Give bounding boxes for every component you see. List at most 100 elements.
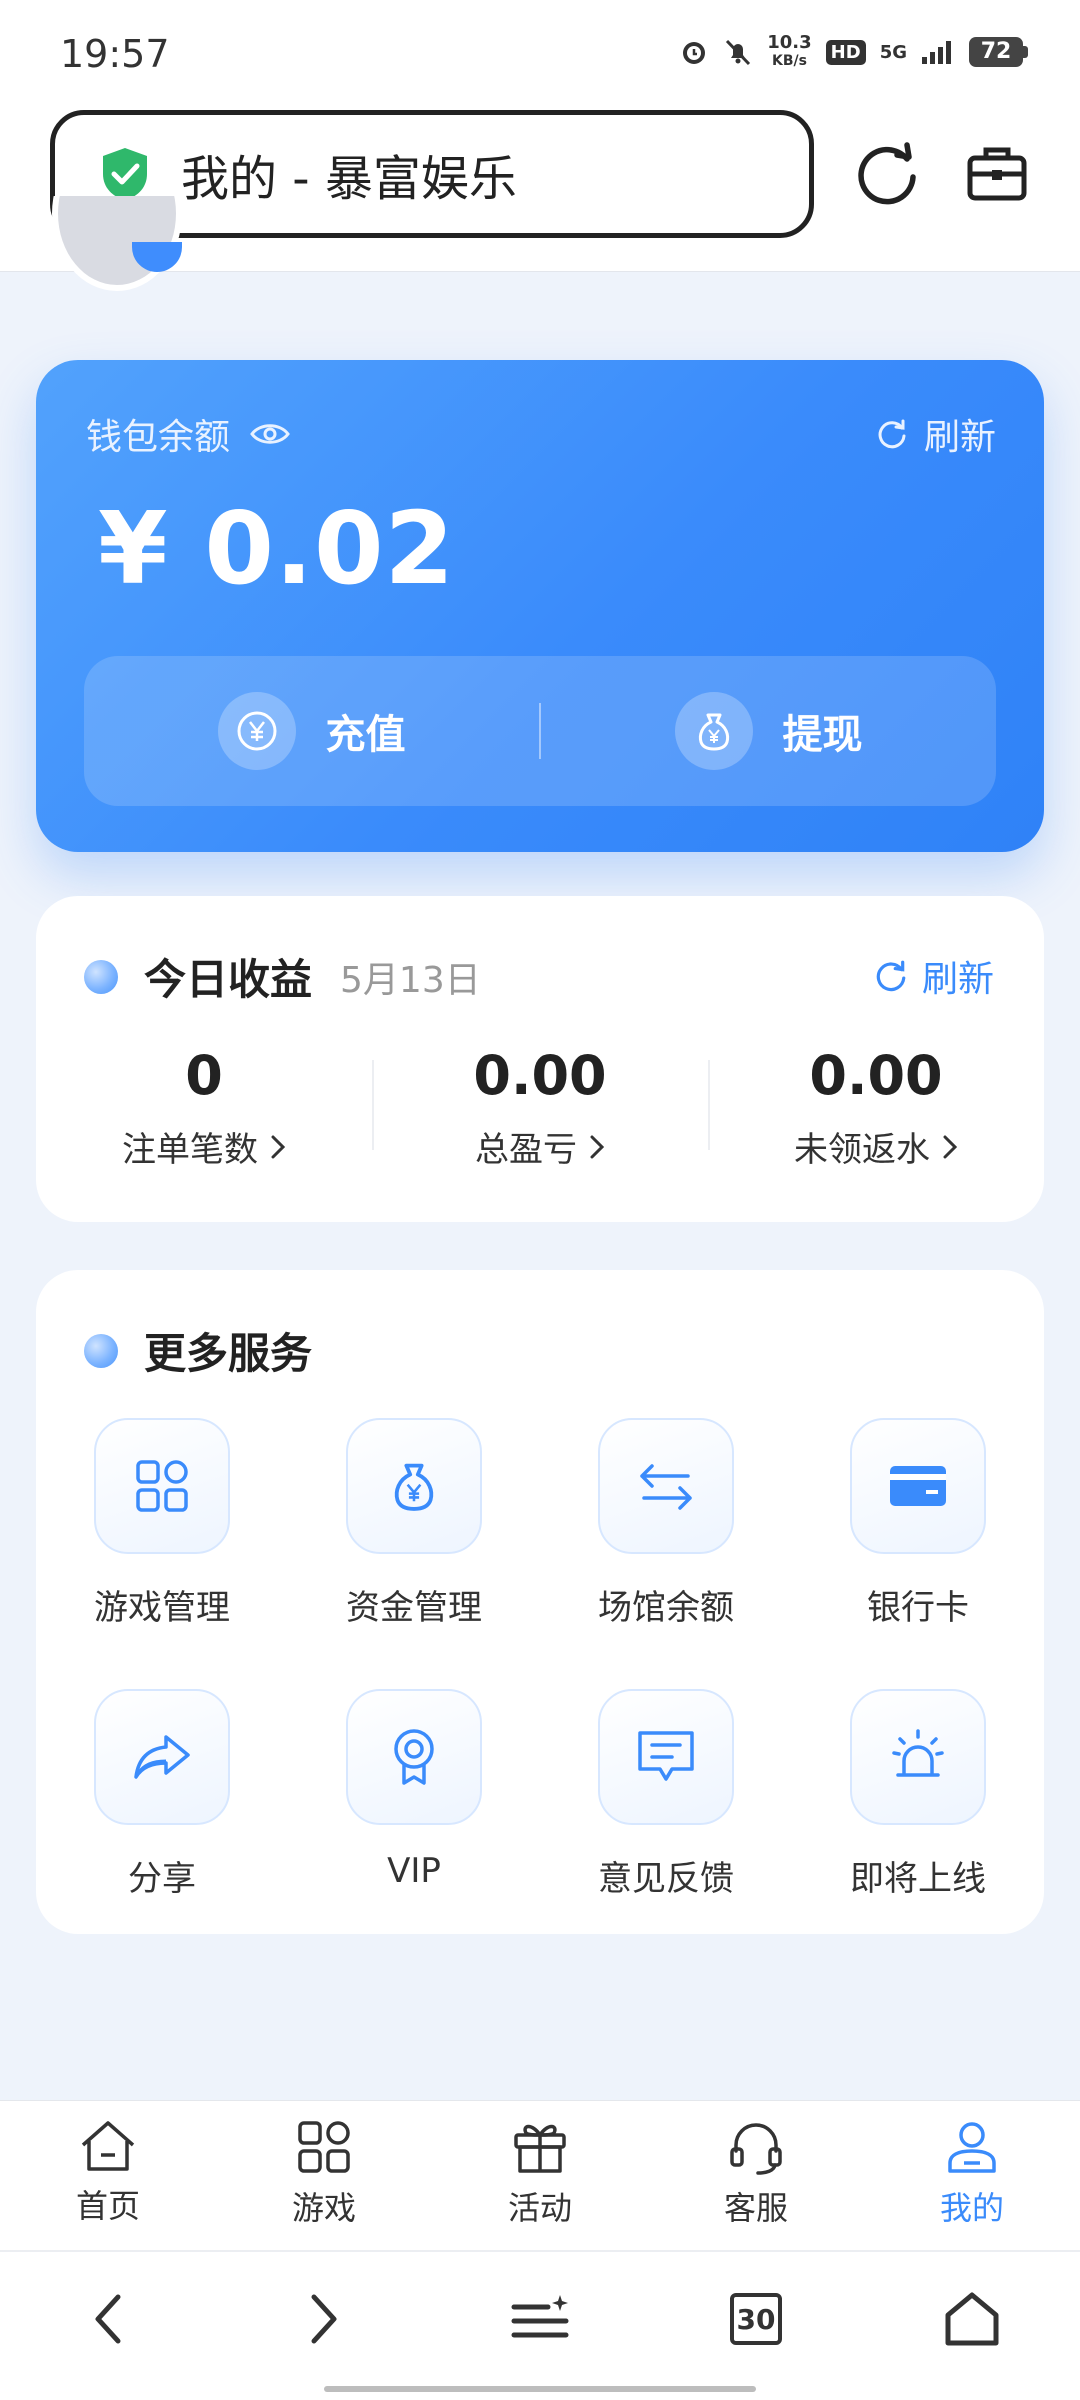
medal-icon: [346, 1689, 482, 1825]
toolbox-button[interactable]: [958, 134, 1036, 212]
signal-icon: [922, 41, 951, 64]
chevron-right-icon: [590, 1135, 605, 1158]
service-feedback[interactable]: 意见反馈: [540, 1689, 792, 1900]
service-label: 银行卡: [867, 1588, 969, 1628]
tab-activities[interactable]: 活动: [432, 2101, 648, 2250]
services-title: 更多服务: [144, 1329, 313, 1378]
tab-count: 30: [730, 2293, 782, 2345]
withdraw-label: 提现: [782, 712, 863, 758]
service-label: 资金管理: [346, 1588, 482, 1628]
browser-nav-bar: 30: [0, 2250, 1080, 2400]
bottom-tab-bar: 首页 游戏 活动 客服 我的: [0, 2100, 1080, 2250]
share-icon: [94, 1689, 230, 1825]
service-label: 分享: [128, 1859, 196, 1899]
user-icon: [948, 2122, 996, 2173]
service-venue-balance[interactable]: 场馆余额: [540, 1418, 792, 1629]
stat-label: 总盈亏: [475, 1130, 577, 1170]
service-fund-management[interactable]: 资金管理: [288, 1418, 540, 1629]
money-bag-icon: [674, 692, 753, 770]
stat-value: 0.00: [809, 1044, 943, 1107]
wallet-refresh-label: 刷新: [923, 417, 996, 458]
refresh-icon: [876, 960, 906, 992]
chevron-right-icon: [311, 2294, 337, 2344]
tab-games[interactable]: 游戏: [216, 2101, 432, 2250]
chevron-right-icon: [271, 1135, 286, 1158]
money-bag-icon: [346, 1418, 482, 1554]
earnings-refresh-label: 刷新: [921, 959, 994, 1000]
stat-total-profit[interactable]: 0.00 总盈亏: [372, 1046, 708, 1186]
wallet-refresh-button[interactable]: 刷新: [876, 408, 996, 460]
stat-label: 注单笔数: [122, 1130, 258, 1170]
grid-icon: [94, 1418, 230, 1554]
tab-customer-service[interactable]: 客服: [648, 2101, 864, 2250]
bullet-dot: [84, 959, 118, 994]
home-icon: [81, 2121, 135, 2171]
tab-home[interactable]: 首页: [0, 2101, 216, 2250]
home-indicator[interactable]: [324, 2386, 756, 2392]
wallet-card: 钱包余额 刷新 ¥ 0.02 充值 提现: [36, 360, 1044, 852]
tab-label: 我的: [939, 2189, 1004, 2227]
earnings-header: 今日收益 5月13日: [84, 946, 481, 1007]
toolbox-icon: [967, 147, 1027, 201]
battery-icon: 72: [969, 37, 1028, 67]
reload-button[interactable]: [850, 134, 928, 212]
yuan-coin-icon: [217, 692, 296, 770]
wallet-balance: ¥ 0.02: [98, 490, 456, 607]
status-icons: 10.3 KB/s HD 5G 72: [679, 34, 1028, 70]
reload-icon: [858, 142, 916, 205]
mute-icon: [726, 39, 751, 66]
tab-label: 客服: [723, 2189, 788, 2227]
tab-label: 游戏: [291, 2189, 356, 2227]
tabs-button[interactable]: 30: [648, 2252, 864, 2400]
wallet-label-row: 钱包余额: [86, 408, 290, 460]
status-time: 19:57: [60, 32, 170, 76]
recharge-label: 充值: [325, 712, 406, 758]
stat-bet-count[interactable]: 0 注单笔数: [36, 1046, 372, 1186]
service-coming-soon[interactable]: 即将上线: [792, 1689, 1044, 1900]
services-header: 更多服务: [84, 1320, 312, 1381]
page-title: 我的 - 暴富娱乐: [181, 151, 517, 207]
headset-icon: [730, 2123, 782, 2175]
feedback-icon: [598, 1689, 734, 1825]
earnings-date: 5月13日: [340, 959, 481, 1001]
transfer-icon: [598, 1418, 734, 1554]
net-speed: 10.3 KB/s: [767, 32, 812, 70]
forward-button[interactable]: [216, 2252, 432, 2400]
stat-unclaimed-rebate[interactable]: 0.00 未领返水: [708, 1046, 1044, 1186]
recharge-button[interactable]: 充值: [84, 692, 539, 770]
withdraw-button[interactable]: 提现: [541, 692, 996, 770]
menu-button[interactable]: [432, 2252, 648, 2400]
back-button[interactable]: [0, 2252, 216, 2400]
tab-mine[interactable]: 我的: [864, 2101, 1080, 2250]
service-label: 即将上线: [850, 1859, 986, 1899]
earnings-title: 今日收益: [144, 955, 313, 1004]
avatar[interactable]: [48, 196, 188, 296]
eye-icon[interactable]: [250, 421, 290, 447]
stat-value: 0: [185, 1044, 223, 1107]
games-icon: [298, 2121, 350, 2173]
wallet-label: 钱包余额: [86, 417, 231, 458]
bullet-dot: [84, 1333, 118, 1368]
service-bank-card[interactable]: 银行卡: [792, 1418, 1044, 1629]
earnings-refresh-button[interactable]: 刷新: [874, 950, 994, 1002]
network-type: 5G: [879, 41, 907, 63]
service-label: VIP: [387, 1851, 441, 1891]
chevron-left-icon: [95, 2294, 121, 2344]
earnings-stats: 0 注单笔数 0.00 总盈亏 0.00 未领返水: [36, 1046, 1044, 1186]
status-bar: 19:57 10.3 KB/s HD 5G 72: [0, 0, 1080, 100]
refresh-icon: [878, 419, 906, 449]
service-share[interactable]: 分享: [36, 1689, 288, 1900]
stat-value: 0.00: [473, 1044, 607, 1107]
tab-label: 活动: [507, 2189, 572, 2227]
tab-label: 首页: [75, 2187, 140, 2225]
hd-badge: HD: [825, 39, 866, 65]
service-game-management[interactable]: 游戏管理: [36, 1418, 288, 1629]
alarm-icon: [683, 42, 706, 64]
service-vip[interactable]: VIP: [288, 1689, 540, 1900]
gift-icon: [514, 2124, 566, 2173]
service-label: 场馆余额: [598, 1588, 734, 1628]
service-label: 游戏管理: [94, 1588, 230, 1628]
home-button[interactable]: [864, 2252, 1080, 2400]
home-outline-icon: [945, 2292, 999, 2346]
earnings-card: 今日收益 5月13日 刷新 0 注单笔数 0.00 总盈亏 0.00 未领返水: [36, 896, 1044, 1222]
